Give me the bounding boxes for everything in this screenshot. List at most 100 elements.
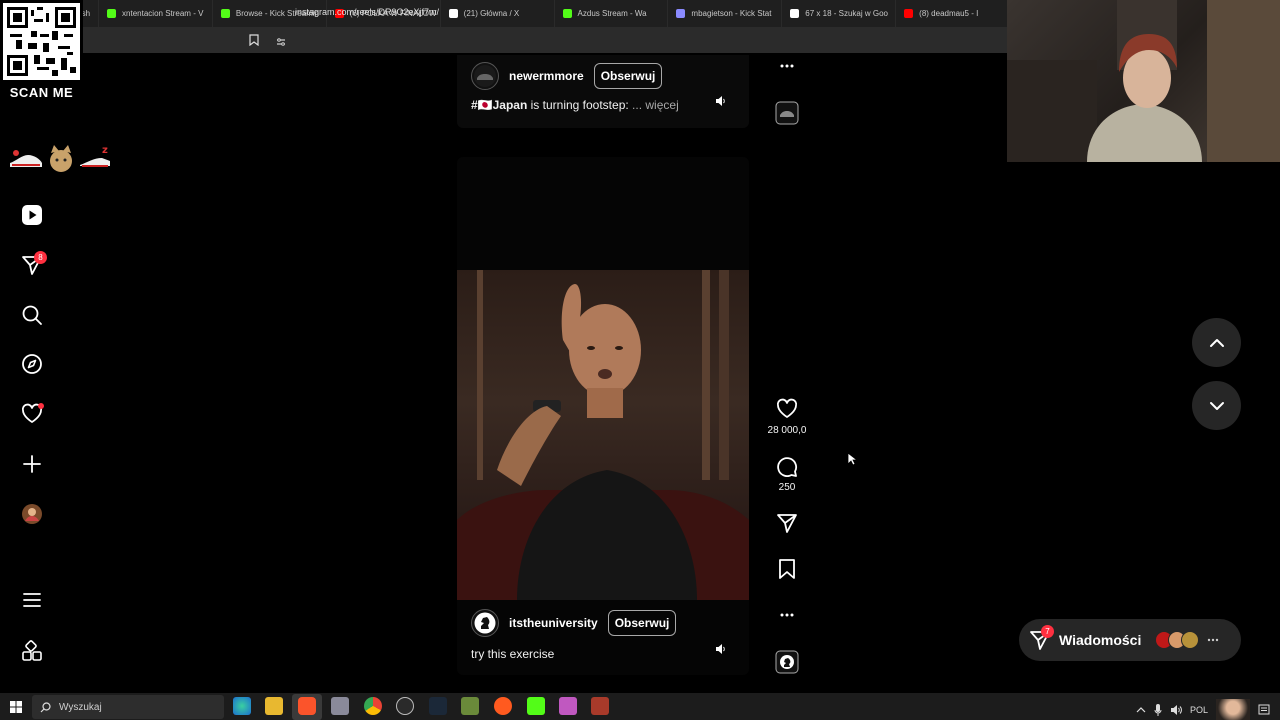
microphone-icon[interactable] bbox=[1154, 704, 1162, 716]
tab-label: (8) deadmau5 - I bbox=[919, 9, 979, 18]
search-icon bbox=[22, 305, 42, 325]
reel-current[interactable]: itstheuniversity Obserwuj try this exerc… bbox=[457, 157, 749, 675]
follow-button[interactable]: Obserwuj bbox=[607, 610, 677, 636]
chevron-up-icon bbox=[1209, 338, 1224, 347]
browser-tab[interactable]: Azdus Stream - Wa bbox=[555, 0, 669, 27]
edge-icon[interactable] bbox=[233, 697, 251, 715]
minecraft-icon[interactable] bbox=[461, 697, 479, 715]
previous-reel-button[interactable] bbox=[1192, 318, 1241, 367]
nav-explore[interactable] bbox=[20, 352, 44, 376]
comment-icon bbox=[777, 457, 798, 477]
reel-previous[interactable]: newermmore Obserwuj #🇯🇵Japan is turning … bbox=[457, 55, 749, 128]
nav-notifications[interactable] bbox=[20, 402, 44, 426]
browser-tab[interactable]: 67 x 18 - Szukaj w Goo bbox=[782, 0, 897, 27]
brave-icon[interactable] bbox=[298, 697, 316, 715]
search-icon bbox=[40, 701, 51, 712]
reel-video[interactable] bbox=[457, 270, 749, 600]
follow-button[interactable]: Obserwuj bbox=[593, 63, 663, 89]
messages-badge: 7 bbox=[1041, 625, 1054, 638]
browser-tab-bar: Dashxntentacion Stream - VBrowse - Kick … bbox=[0, 0, 1011, 27]
url-text[interactable]: instagram.com/reels/DR9O2eXjf7m/ bbox=[295, 7, 439, 17]
nav-search[interactable] bbox=[20, 303, 44, 327]
nav-direct[interactable]: 8 bbox=[20, 251, 47, 277]
reel-previous-author: newermmore Obserwuj bbox=[471, 62, 663, 90]
nav-also-from-meta[interactable] bbox=[20, 639, 44, 663]
browser-tab[interactable]: mbagietson - Kick Stat bbox=[668, 0, 783, 27]
speaker-icon[interactable] bbox=[1170, 704, 1182, 716]
like-button[interactable] bbox=[774, 398, 800, 420]
tab-favicon-icon bbox=[107, 9, 117, 18]
chevron-down-icon bbox=[1209, 401, 1224, 410]
tab-label: mbagietson - Kick Stat bbox=[691, 9, 772, 18]
caption-hashtag[interactable]: #🇯🇵Japan bbox=[471, 98, 527, 112]
mute-button[interactable] bbox=[709, 637, 733, 661]
tab-favicon-icon bbox=[220, 9, 230, 18]
reel-previous-more[interactable] bbox=[774, 58, 800, 74]
tab-label: (21) Główna / X bbox=[463, 9, 520, 18]
tab-label: 67 x 18 - Szukaj w Goo bbox=[805, 9, 889, 18]
language-indicator[interactable]: POL bbox=[1190, 705, 1208, 715]
more-dots-icon bbox=[1208, 638, 1219, 642]
nav-reels[interactable] bbox=[20, 203, 44, 227]
site-settings-icon[interactable] bbox=[276, 34, 286, 52]
app-icon[interactable] bbox=[591, 697, 609, 715]
mute-button[interactable] bbox=[709, 89, 733, 113]
mouse-cursor-icon bbox=[847, 452, 857, 466]
chrome-icon[interactable] bbox=[364, 697, 382, 715]
nav-create[interactable] bbox=[20, 452, 44, 476]
kick-icon[interactable] bbox=[527, 697, 545, 715]
tab-label: xntentacion Stream - V bbox=[122, 9, 204, 18]
comment-count[interactable]: 250 bbox=[757, 482, 817, 493]
taskbar-search[interactable]: Wyszukaj bbox=[32, 695, 224, 719]
audio-button[interactable] bbox=[774, 650, 800, 674]
reel-previous-audio[interactable] bbox=[774, 101, 800, 125]
windows-start-icon[interactable] bbox=[10, 700, 22, 718]
reel-previous-caption[interactable]: #🇯🇵Japan is turning footstep: ... więcej bbox=[471, 98, 679, 112]
browser-tab[interactable]: xntentacion Stream - V bbox=[99, 0, 213, 27]
bookmark-icon[interactable] bbox=[249, 33, 259, 51]
chevron-up-icon[interactable] bbox=[1136, 706, 1146, 714]
reel-current-author: itstheuniversity Obserwuj bbox=[471, 609, 677, 637]
nav-more[interactable] bbox=[20, 588, 44, 612]
reels-icon bbox=[22, 205, 42, 225]
speaker-icon bbox=[716, 96, 725, 106]
comment-button[interactable] bbox=[774, 455, 800, 477]
messages-label: Wiadomości bbox=[1059, 632, 1142, 648]
app-icon[interactable] bbox=[331, 697, 349, 715]
taskbar-search-placeholder: Wyszukaj bbox=[59, 701, 102, 713]
tab-label: Azdus Stream - Wa bbox=[577, 9, 647, 18]
share-button[interactable] bbox=[774, 512, 800, 534]
compass-icon bbox=[22, 354, 42, 374]
save-button[interactable] bbox=[774, 558, 800, 580]
notifications-icon[interactable] bbox=[1258, 704, 1270, 716]
app-icon[interactable] bbox=[559, 697, 577, 715]
bookmark-icon bbox=[779, 559, 795, 579]
like-count[interactable]: 28 000,0 bbox=[757, 425, 817, 436]
notification-dot bbox=[38, 403, 44, 409]
author-avatar[interactable] bbox=[471, 62, 499, 90]
app-icon[interactable] bbox=[494, 697, 512, 715]
address-bar[interactable] bbox=[0, 27, 1010, 53]
notification-badge: 8 bbox=[34, 251, 47, 264]
sleep-shoe-sticker-icon: z bbox=[80, 145, 110, 167]
browser-tab[interactable]: (21) Główna / X bbox=[441, 0, 555, 27]
messages-pill[interactable]: 7 Wiadomości bbox=[1019, 619, 1241, 661]
apps-icon bbox=[22, 640, 42, 661]
steam-icon[interactable] bbox=[429, 697, 447, 715]
next-reel-button[interactable] bbox=[1192, 381, 1241, 430]
browser-tab[interactable]: (8) deadmau5 - I bbox=[896, 0, 1011, 27]
more-options-button[interactable] bbox=[774, 607, 800, 623]
author-username[interactable]: itstheuniversity bbox=[509, 616, 598, 630]
author-username[interactable]: newermmore bbox=[509, 69, 584, 83]
tab-favicon-icon bbox=[676, 9, 686, 18]
nav-profile[interactable] bbox=[20, 502, 44, 526]
caption-text: is turning footstep: bbox=[530, 98, 629, 112]
file-explorer-icon[interactable] bbox=[265, 697, 283, 715]
messages-icon-wrap: 7 bbox=[1029, 625, 1054, 651]
obs-icon[interactable] bbox=[396, 697, 414, 715]
reel-current-caption[interactable]: try this exercise bbox=[471, 647, 554, 661]
more-link[interactable]: ... więcej bbox=[632, 98, 679, 112]
car-avatar-icon bbox=[474, 65, 496, 87]
tab-favicon-icon bbox=[448, 9, 458, 18]
author-avatar[interactable] bbox=[471, 609, 499, 637]
